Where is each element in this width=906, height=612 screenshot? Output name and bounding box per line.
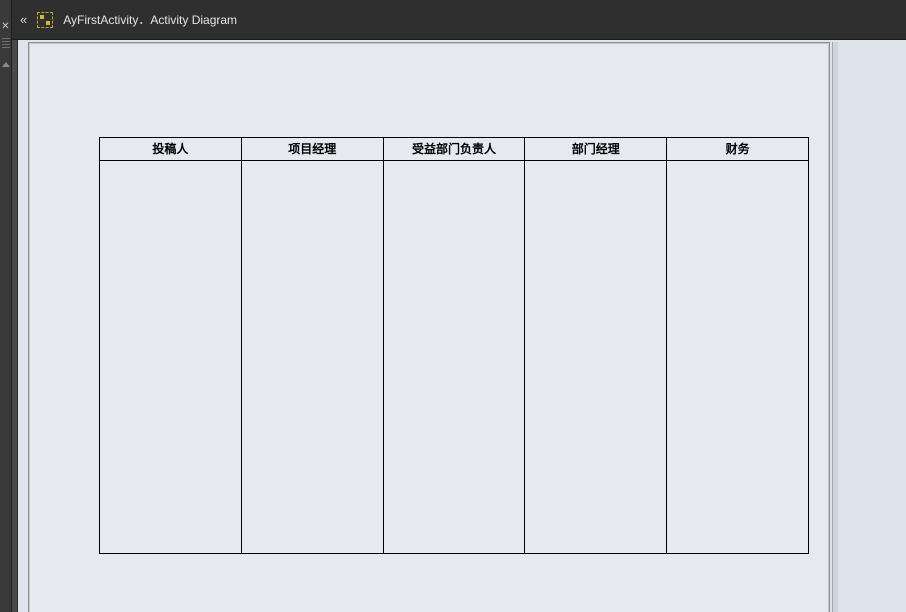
diagram-canvas[interactable]: 投稿人 项目经理 受益部门负责人 部门经理 财务 [18, 40, 906, 612]
scroll-up-icon[interactable] [2, 62, 10, 67]
swimlane-header[interactable]: 部门经理 [525, 138, 667, 160]
editor-tabbar: « AyFirstActivity．Activity Diagram [12, 0, 906, 40]
swimlane-body-row [100, 161, 808, 553]
drag-handle-icon[interactable] [2, 38, 10, 48]
swimlane-body[interactable] [384, 161, 526, 553]
swimlane-container[interactable]: 投稿人 项目经理 受益部门负责人 部门经理 财务 [99, 137, 809, 554]
diagram-page[interactable]: 投稿人 项目经理 受益部门负责人 部门经理 财务 [28, 42, 830, 612]
swimlane-header[interactable]: 受益部门负责人 [384, 138, 526, 160]
page-edge-strip [832, 42, 838, 612]
swimlane-header[interactable]: 财务 [667, 138, 808, 160]
close-panel-button[interactable]: ✕ [0, 20, 11, 34]
swimlane-body[interactable] [525, 161, 667, 553]
swimlane-header-row: 投稿人 项目经理 受益部门负责人 部门经理 财务 [100, 138, 808, 161]
editor-tab-title[interactable]: AyFirstActivity．Activity Diagram [63, 11, 237, 28]
swimlane-body[interactable] [100, 161, 242, 553]
editor-area: 投稿人 项目经理 受益部门负责人 部门经理 财务 [12, 40, 906, 612]
collapse-chevrons-icon[interactable]: « [20, 11, 27, 28]
activity-diagram-icon [37, 12, 53, 28]
swimlane-header[interactable]: 项目经理 [242, 138, 384, 160]
swimlane-body[interactable] [667, 161, 808, 553]
left-gutter: ✕ [0, 0, 12, 612]
swimlane-body[interactable] [242, 161, 384, 553]
swimlane-header[interactable]: 投稿人 [100, 138, 242, 160]
